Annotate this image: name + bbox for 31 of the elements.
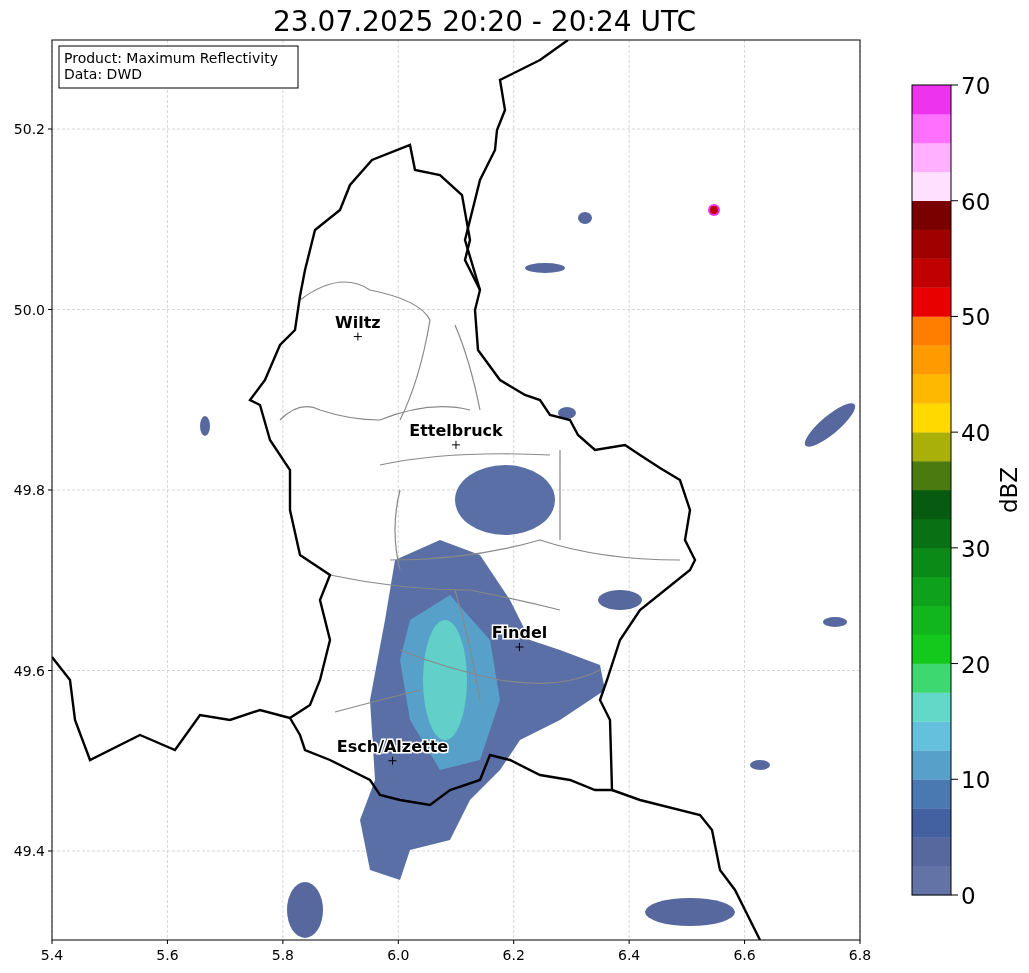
colorbar-tick-label: 60 bbox=[961, 188, 991, 215]
axis-tick-label: 6.0 bbox=[387, 947, 410, 963]
city-label: Wiltz bbox=[335, 312, 381, 332]
chart-title: 23.07.2025 20:20 - 20:24 UTC bbox=[272, 3, 697, 38]
axis-tick-label: 5.4 bbox=[40, 947, 64, 963]
city-marker-icon bbox=[388, 756, 397, 766]
colorbar-tick-label: 70 bbox=[961, 73, 991, 99]
city-label: Ettelbruck bbox=[409, 420, 503, 440]
city-marker-icon bbox=[451, 440, 461, 450]
axis-tick-label: 5.8 bbox=[271, 947, 294, 963]
colorbar-tick-label: 0 bbox=[961, 883, 976, 909]
axis-tick-label: 5.6 bbox=[156, 947, 179, 963]
axis-tick-label: 49.8 bbox=[13, 482, 45, 498]
colorbar-tick-label: 30 bbox=[961, 535, 991, 562]
axis-tick-label: 6.8 bbox=[848, 947, 872, 963]
info-text: Product: Maximum Reflectivity bbox=[64, 50, 278, 66]
colorbar-tick-label: 50 bbox=[961, 304, 991, 331]
info-text: Data: DWD bbox=[64, 66, 142, 82]
colorbar-tick-label: 20 bbox=[961, 651, 991, 678]
city-marker-icon bbox=[514, 642, 524, 652]
colorbar-label: dBZ bbox=[996, 466, 1022, 514]
axis-tick-label: 49.4 bbox=[13, 843, 45, 859]
axis-tick-label: 50.0 bbox=[13, 301, 45, 318]
axis-tick-label: 6.4 bbox=[618, 947, 641, 963]
colorbar-tick-label: 40 bbox=[961, 420, 991, 447]
axis-tick-label: 6.6 bbox=[733, 947, 756, 963]
colorbar-tick-label: 10 bbox=[961, 767, 991, 794]
city-marker-icon bbox=[353, 332, 363, 342]
axis-tick-label: 49.6 bbox=[13, 662, 45, 679]
axis-tick-label: 50.2 bbox=[13, 121, 45, 137]
axis-tick-label: 6.2 bbox=[502, 947, 525, 963]
